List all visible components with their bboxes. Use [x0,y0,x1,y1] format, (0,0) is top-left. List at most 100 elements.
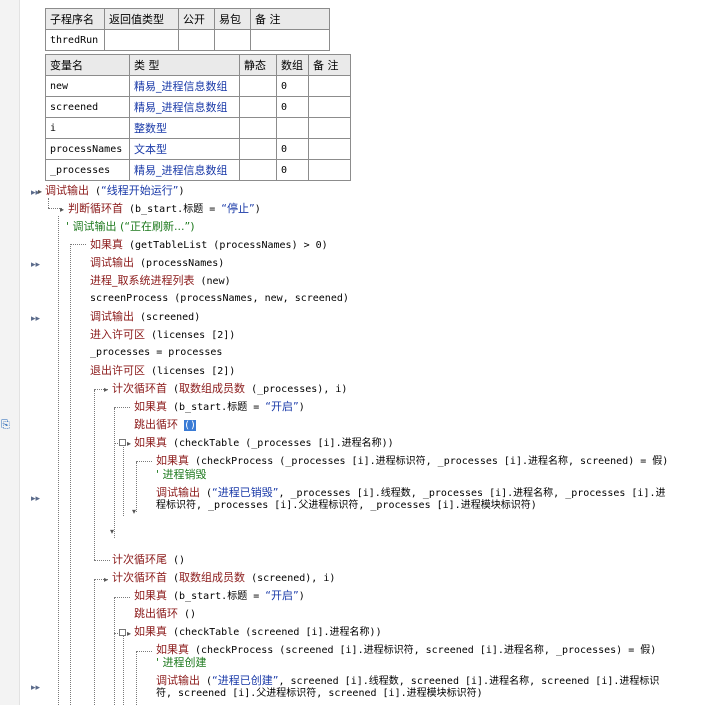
col-var-name: 变量名 [45,54,130,76]
keyword: 调试输出 [156,486,200,499]
flow-guide [136,652,137,705]
code-line[interactable]: 如果真 (checkProcess (_processes [i].进程标识符,… [156,454,668,469]
arrow-right-icon: ▸ [127,439,132,448]
code-line[interactable]: ' 进程销毁 [156,468,207,483]
code-line[interactable]: 如果真 (checkProcess (screened [i].进程标识符, s… [156,643,656,658]
return-type-cell[interactable] [104,29,179,51]
var-note-cell[interactable] [308,138,351,160]
var-static-cell[interactable] [239,75,277,97]
code-line[interactable]: 调试输出 (screened) [90,310,200,325]
code-line[interactable]: _processes = processes [90,346,222,360]
table-row[interactable]: _processes 精易_进程信息数组 0 [45,159,351,181]
flow-guide [114,407,130,408]
keyword: 计次循环尾 [112,553,167,566]
code-line[interactable]: 进入许可区 (licenses [2]) [90,328,235,343]
var-name-cell[interactable]: _processes [45,159,130,181]
var-array-cell[interactable] [276,117,309,139]
var-type-cell[interactable]: 精易_进程信息数组 [129,159,240,181]
collapse-marker[interactable] [119,629,126,636]
var-type-cell[interactable]: 文本型 [129,138,240,160]
var-static-cell[interactable] [239,138,277,160]
var-type-cell[interactable]: 整数型 [129,117,240,139]
var-note-cell[interactable] [308,117,351,139]
code-line[interactable]: 跳出循环 () [134,418,197,433]
editor-gutter [0,0,20,705]
var-note-cell[interactable] [308,75,351,97]
var-static-cell[interactable] [239,96,277,118]
col-return-type: 返回值类型 [104,8,179,30]
run-marker-icon[interactable]: ▸▸ [31,260,43,270]
var-name-cell[interactable]: screened [45,96,130,118]
code-line-continued[interactable]: 程标识符, _processes [i].父进程标识符, _processes … [156,499,537,513]
code-line-continued[interactable]: 符, screened [i].父进程标识符, screened [i].进程模… [156,687,483,701]
run-marker-icon[interactable]: ▸▸ [31,683,43,693]
code-line[interactable]: screenProcess (processNames, new, screen… [90,292,349,306]
var-type-cell[interactable]: 精易_进程信息数组 [129,96,240,118]
string-literal: “进程已创建” [212,674,279,687]
keyword: 如果真 [90,238,123,251]
run-marker-icon[interactable]: ▸▸ [31,314,43,324]
code-line[interactable]: 如果真 (checkTable (screened [i].进程名称)) [134,625,382,640]
code-line[interactable]: 判断循环首 (b_start.标题 = “停止”) [68,202,261,217]
col-array: 数组 [276,54,309,76]
code-line[interactable]: 调试输出 (“线程开始运行”) [45,184,184,199]
string-literal: “开启” [265,400,299,413]
var-note-cell[interactable] [308,159,351,181]
var-array-cell[interactable]: 0 [276,96,309,118]
code-line[interactable]: 计次循环尾 () [112,553,185,568]
comment: ' 进程销毁 [156,468,207,481]
table-row[interactable]: processNames 文本型 0 [45,138,351,160]
var-name-cell[interactable]: i [45,117,130,139]
keyword: 如果真 [134,400,167,413]
keyword: 判断循环首 [68,202,123,215]
var-name-cell[interactable]: new [45,75,130,97]
code-line[interactable]: 如果真 (checkTable (_processes [i].进程名称)) [134,436,394,451]
flow-guide [94,580,95,705]
table-row[interactable]: i 整数型 [45,117,351,139]
var-name-cell[interactable]: processNames [45,138,130,160]
subroutine-table: 子程序名 返回值类型 公开 易包 备 注 thredRun [45,8,330,51]
code-line[interactable]: 跳出循环 () [134,607,196,622]
code-line[interactable]: 进程_取系统进程列表 (new) [90,274,231,289]
collapse-marker[interactable] [119,439,126,446]
table-row[interactable]: new 精易_进程信息数组 0 [45,75,351,97]
var-type-cell[interactable]: 精易_进程信息数组 [129,75,240,97]
code-line[interactable]: 如果真 (b_start.标题 = “开启”) [134,589,305,604]
code-line[interactable]: 计次循环首 (取数组成员数 (screened), i) [112,571,335,586]
keyword: 计次循环首 [112,382,167,395]
subroutine-row[interactable]: thredRun [45,29,330,51]
var-array-cell[interactable]: 0 [276,138,309,160]
note-cell[interactable] [250,29,330,51]
selected-text[interactable]: () [184,420,197,431]
code-line[interactable]: 调试输出 (processNames) [90,256,224,271]
public-cell[interactable] [178,29,215,51]
keyword: 调试输出 [45,184,89,197]
col-var-type: 类 型 [129,54,240,76]
run-marker-icon[interactable]: ▸▸ [31,494,43,504]
subroutine-header-row: 子程序名 返回值类型 公开 易包 备 注 [45,8,330,30]
var-note-cell[interactable] [308,96,351,118]
code-line[interactable]: 计次循环首 (取数组成员数 (_processes), i) [112,382,347,397]
code-line[interactable]: 如果真 (getTableList (processNames) > 0) [90,238,328,253]
flow-guide [123,444,124,516]
var-static-cell[interactable] [239,159,277,181]
code-line[interactable]: ' 进程创建 [156,656,207,671]
sub-name-cell[interactable]: thredRun [45,29,105,51]
keyword: 如果真 [134,589,167,602]
code-line[interactable]: 退出许可区 (licenses [2]) [90,364,235,379]
arrow-down-icon: ▾ [132,507,137,516]
keyword: 调试输出 [90,256,134,269]
var-array-cell[interactable]: 0 [276,159,309,181]
epkg-cell[interactable] [214,29,251,51]
string-literal: “进程已销毁” [212,486,279,499]
flow-guide [48,198,49,208]
link-icon[interactable]: ⎘ [1,418,17,432]
flow-guide [94,390,95,560]
code-line[interactable]: 如果真 (b_start.标题 = “开启”) [134,400,305,415]
var-array-cell[interactable]: 0 [276,75,309,97]
table-row[interactable]: screened 精易_进程信息数组 0 [45,96,351,118]
code-line[interactable]: ' 调试输出 (“正在刷新...”) [66,220,195,235]
arrow-right-icon: ▸ [104,385,109,394]
var-static-cell[interactable] [239,117,277,139]
flow-guide [70,244,86,245]
